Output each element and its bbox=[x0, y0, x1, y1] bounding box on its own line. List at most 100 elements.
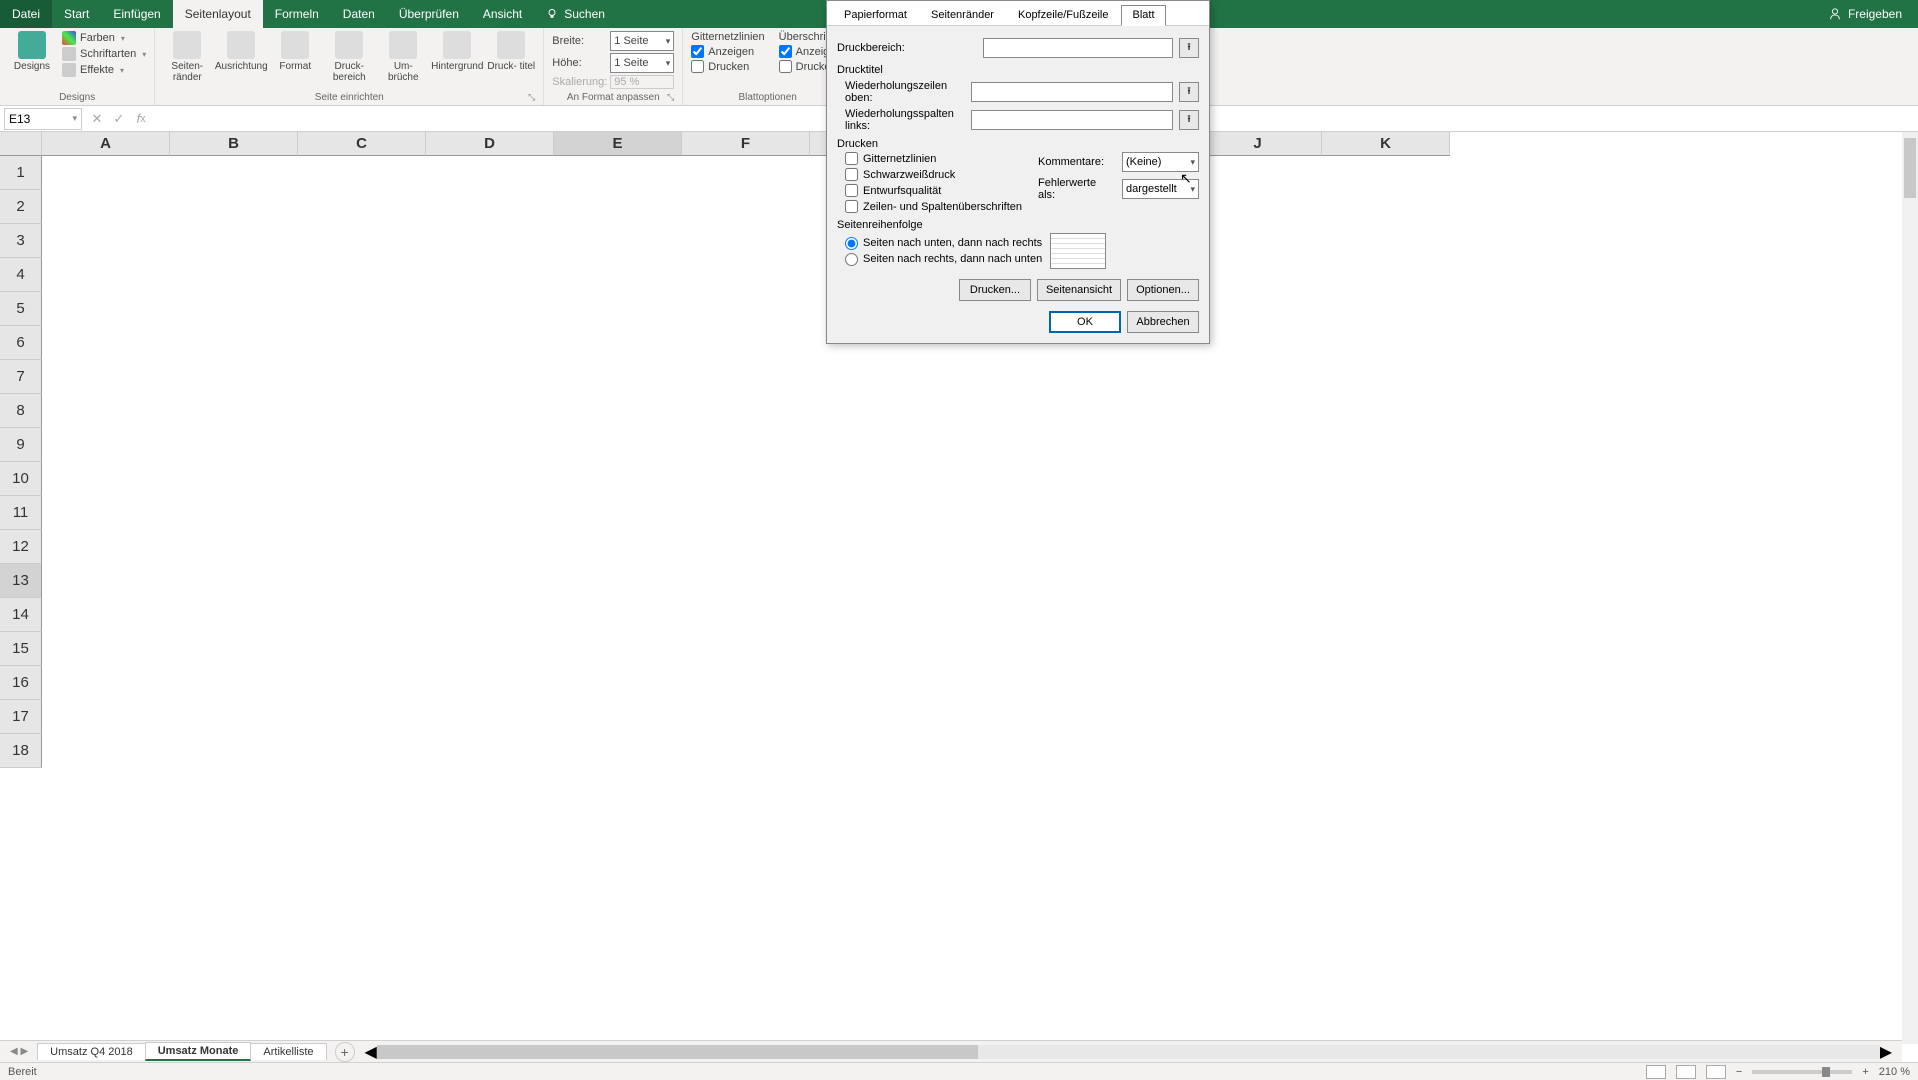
drucktitel-button[interactable]: Druck- titel bbox=[487, 31, 535, 83]
view-layout-button[interactable] bbox=[1676, 1065, 1696, 1079]
umbrueche-button[interactable]: Um- brüche bbox=[379, 31, 427, 83]
row-header-2[interactable]: 2 bbox=[0, 190, 42, 224]
check-entwurf[interactable]: Entwurfsqualität bbox=[845, 184, 1022, 197]
range-select-icon[interactable]: ⭱ bbox=[1179, 110, 1199, 130]
row-header-10[interactable]: 10 bbox=[0, 462, 42, 496]
optionen-button[interactable]: Optionen... bbox=[1127, 279, 1199, 301]
row-header-11[interactable]: 11 bbox=[0, 496, 42, 530]
row-header-4[interactable]: 4 bbox=[0, 258, 42, 292]
tab-ansicht[interactable]: Ansicht bbox=[471, 0, 534, 28]
row-header-14[interactable]: 14 bbox=[0, 598, 42, 632]
page-order-preview bbox=[1050, 233, 1106, 269]
group-designs: Designs Farben▾ Schriftarten▾ Effekte▾ D… bbox=[0, 28, 155, 105]
row-header-12[interactable]: 12 bbox=[0, 530, 42, 564]
row-header-17[interactable]: 17 bbox=[0, 700, 42, 734]
gitter-anzeigen-check[interactable]: Anzeigen bbox=[691, 45, 764, 58]
range-select-icon[interactable]: ⭱ bbox=[1179, 82, 1199, 102]
farben-button[interactable]: Farben▾ bbox=[62, 31, 146, 45]
row-header-1[interactable]: 1 bbox=[0, 156, 42, 190]
tab-ueberpruefen[interactable]: Überprüfen bbox=[387, 0, 471, 28]
effekte-button[interactable]: Effekte▾ bbox=[62, 63, 146, 77]
col-header-B[interactable]: B bbox=[170, 132, 298, 156]
page-setup-dialog: Papierformat Seitenränder Kopfzeile/Fußz… bbox=[826, 0, 1210, 344]
schriftarten-button[interactable]: Schriftarten▾ bbox=[62, 47, 146, 61]
row-header-18[interactable]: 18 bbox=[0, 734, 42, 768]
dlg-tab-papier[interactable]: Papierformat bbox=[833, 5, 918, 25]
tell-me-search[interactable]: Suchen bbox=[534, 0, 617, 28]
view-break-button[interactable] bbox=[1706, 1065, 1726, 1079]
view-normal-button[interactable] bbox=[1646, 1065, 1666, 1079]
check-gitter[interactable]: Gitternetzlinien bbox=[845, 152, 1022, 165]
sheet-nav[interactable]: ◀ ▶ bbox=[0, 1046, 38, 1057]
col-header-D[interactable]: D bbox=[426, 132, 554, 156]
row-header-15[interactable]: 15 bbox=[0, 632, 42, 666]
row-header-3[interactable]: 3 bbox=[0, 224, 42, 258]
fx-icon[interactable]: fx bbox=[130, 108, 152, 130]
tab-einfuegen[interactable]: Einfügen bbox=[101, 0, 172, 28]
zoom-value[interactable]: 210 % bbox=[1879, 1066, 1910, 1078]
zoom-in-button[interactable]: + bbox=[1862, 1066, 1868, 1078]
col-header-E[interactable]: E bbox=[554, 132, 682, 156]
dlg-tab-kopf[interactable]: Kopfzeile/Fußzeile bbox=[1007, 5, 1120, 25]
row-header-7[interactable]: 7 bbox=[0, 360, 42, 394]
row-header-16[interactable]: 16 bbox=[0, 666, 42, 700]
check-sw[interactable]: Schwarzweißdruck bbox=[845, 168, 1022, 181]
dlg-tab-raender[interactable]: Seitenränder bbox=[920, 5, 1005, 25]
row-header-5[interactable]: 5 bbox=[0, 292, 42, 326]
add-sheet-button[interactable]: + bbox=[335, 1042, 355, 1062]
col-header-J[interactable]: J bbox=[1194, 132, 1322, 156]
drucken-button[interactable]: Drucken... bbox=[959, 279, 1031, 301]
dialog-launcher-icon[interactable]: ⤡ bbox=[667, 92, 674, 103]
tab-daten[interactable]: Daten bbox=[331, 0, 387, 28]
dlg-tab-blatt[interactable]: Blatt bbox=[1121, 5, 1165, 26]
dialog-launcher-icon[interactable]: ⤡ bbox=[528, 92, 535, 103]
select-all-corner[interactable] bbox=[0, 132, 42, 156]
col-header-F[interactable]: F bbox=[682, 132, 810, 156]
sheet-tab-q4[interactable]: Umsatz Q4 2018 bbox=[37, 1043, 146, 1060]
group-reihenfolge: Seitenreihenfolge bbox=[837, 219, 1199, 231]
druckbereich-button[interactable]: Druck- bereich bbox=[325, 31, 373, 83]
row-header-6[interactable]: 6 bbox=[0, 326, 42, 360]
vertical-scrollbar[interactable] bbox=[1902, 132, 1918, 1044]
radio-unten-rechts[interactable]: Seiten nach unten, dann nach rechts bbox=[845, 237, 1042, 250]
radio-rechts-unten[interactable]: Seiten nach rechts, dann nach unten bbox=[845, 253, 1042, 266]
ok-button[interactable]: OK bbox=[1049, 311, 1121, 333]
tab-seitenlayout[interactable]: Seitenlayout bbox=[173, 0, 263, 28]
horizontal-scrollbar[interactable]: ◀▶ bbox=[365, 1042, 1892, 1062]
sheet-tab-monate[interactable]: Umsatz Monate bbox=[145, 1042, 252, 1061]
sheet-tab-artikel[interactable]: Artikelliste bbox=[250, 1043, 326, 1060]
tab-start[interactable]: Start bbox=[52, 0, 101, 28]
hintergrund-button[interactable]: Hintergrund bbox=[433, 31, 481, 83]
group-an-format-anpassen: Breite:1 Seite▾ Höhe:1 Seite▾ Skalierung… bbox=[544, 28, 683, 105]
sheet-tab-bar: ◀ ▶ Umsatz Q4 2018 Umsatz Monate Artikel… bbox=[0, 1040, 1902, 1062]
tab-datei[interactable]: Datei bbox=[0, 0, 52, 28]
cancel-button[interactable]: Abbrechen bbox=[1127, 311, 1199, 333]
row-header-8[interactable]: 8 bbox=[0, 394, 42, 428]
zoom-slider[interactable] bbox=[1752, 1070, 1852, 1074]
kommentare-select[interactable]: (Keine)▾ bbox=[1122, 152, 1199, 172]
seitenraender-button[interactable]: Seiten- ränder bbox=[163, 31, 211, 83]
format-button[interactable]: Format bbox=[271, 31, 319, 83]
col-header-K[interactable]: K bbox=[1322, 132, 1450, 156]
designs-button[interactable]: Designs bbox=[8, 31, 56, 77]
druckbereich-input[interactable] bbox=[983, 38, 1173, 58]
hoehe-select[interactable]: 1 Seite▾ bbox=[610, 53, 674, 73]
name-box[interactable]: E13▾ bbox=[4, 108, 82, 130]
check-zsu[interactable]: Zeilen- und Spaltenüberschriften bbox=[845, 200, 1022, 213]
seitenansicht-button[interactable]: Seitenansicht bbox=[1037, 279, 1121, 301]
share-button[interactable]: Freigeben bbox=[1812, 0, 1918, 28]
col-header-C[interactable]: C bbox=[298, 132, 426, 156]
group-drucktitel: Drucktitel bbox=[837, 64, 1199, 76]
gitter-drucken-check[interactable]: Drucken bbox=[691, 60, 764, 73]
wdh-oben-input[interactable] bbox=[971, 82, 1173, 102]
tab-formeln[interactable]: Formeln bbox=[263, 0, 331, 28]
ausrichtung-button[interactable]: Ausrichtung bbox=[217, 31, 265, 83]
wdh-links-input[interactable] bbox=[971, 110, 1173, 130]
col-header-A[interactable]: A bbox=[42, 132, 170, 156]
zoom-out-button[interactable]: − bbox=[1736, 1066, 1742, 1078]
breite-select[interactable]: 1 Seite▾ bbox=[610, 31, 674, 51]
row-header-9[interactable]: 9 bbox=[0, 428, 42, 462]
lightbulb-icon bbox=[546, 8, 558, 20]
range-select-icon[interactable]: ⭱ bbox=[1179, 38, 1199, 58]
row-header-13[interactable]: 13 bbox=[0, 564, 42, 598]
